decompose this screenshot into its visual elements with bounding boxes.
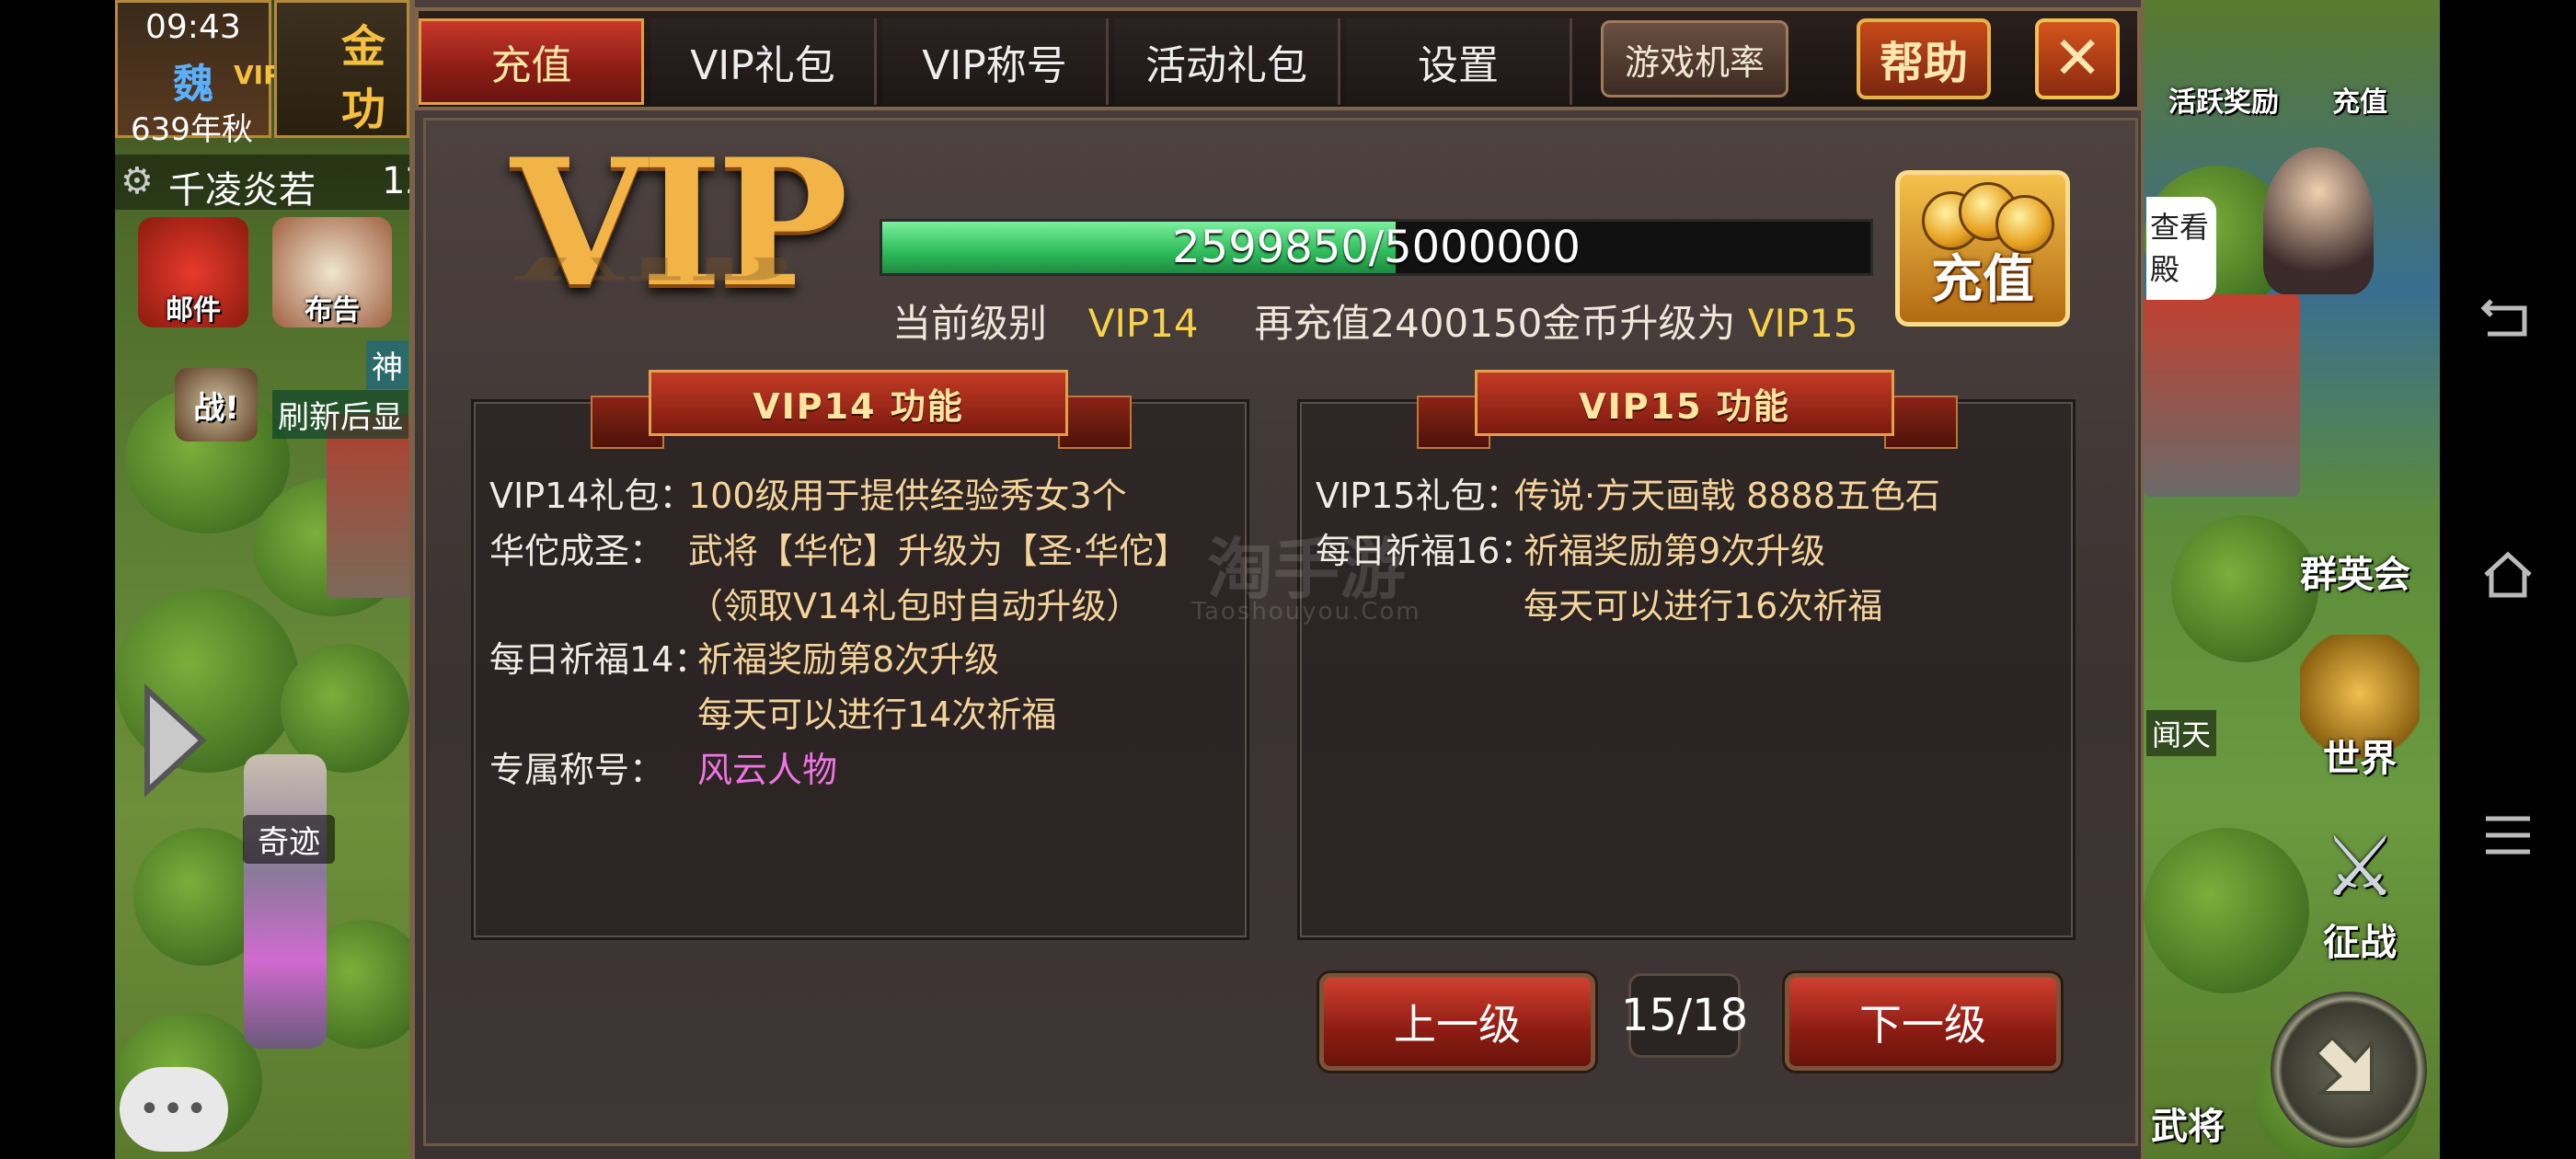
merit-label: 功 [341,84,386,135]
top-recharge-button[interactable]: 充值 [2300,28,2420,120]
notice-label: 布告 [305,294,360,327]
crossed-swords-icon: ⚔ [2322,819,2398,915]
vip15-gift-label: VIP15礼包： [1316,476,1521,516]
mail-label: 邮件 [166,294,221,327]
left-arrow-icon[interactable] [138,681,212,800]
action-arrow-button[interactable] [2271,992,2427,1148]
vip-logo-reflection: VIP [515,258,846,294]
kingdom-label: 魏 [173,61,213,108]
notice-button[interactable]: 布告 [272,217,392,327]
tab-vip-title[interactable]: VIP称号 [883,18,1109,105]
chat-bubble-icon[interactable]: ••• [120,1067,228,1152]
daily-bless14-label: 每日祈福14： [489,639,709,680]
current-level-label: 当前级别 [892,301,1048,346]
tab-recharge[interactable]: 充值 [419,18,644,105]
player-avatar-frame[interactable]: 09:43 魏 VIP 639年秋 [115,0,282,148]
mail-button[interactable]: 邮件 [138,217,248,327]
war-tag: 战! [193,389,239,427]
tab-event-gift[interactable]: 活动礼包 [1115,18,1340,105]
heroes-club-label: 群英会 [2300,554,2410,596]
vip-logo: VIP [511,120,848,326]
wonder-label: 奇迹 [243,815,335,864]
conquest-button[interactable]: ⚔ 征战 [2300,809,2420,966]
exclusive-title-label: 专属称号： [489,750,665,790]
view-speech-bubble[interactable]: 查看 殿 [2146,197,2216,300]
recharge-button[interactable]: 充值 [1895,170,2070,327]
sky-label: 闻天 [2146,710,2217,756]
general-label: 武将 [2151,1106,2225,1148]
view-label-2: 殿 [2150,252,2180,287]
upgrade-text: 再充值2400150金币升级为 [1254,301,1736,346]
year-label: 639年秋 [131,111,253,148]
palace-building[interactable] [2144,294,2300,497]
back-icon[interactable] [2471,281,2545,354]
help-button[interactable]: 帮助 [1857,18,1991,99]
watermark-sub: Taoshouyou.Com [1191,598,1421,625]
menu-icon[interactable] [2471,798,2545,872]
banner-wing-right [1058,396,1132,449]
tab-settings[interactable]: 设置 [1347,18,1572,105]
vip15-gift-value: 传说·方天画戟 8888五色石 [1514,476,1940,516]
huatuo-note: （领取V14礼包时自动升级） [688,586,1142,626]
recharge-button-label: 充值 [1931,250,2034,310]
resource-panel: 金 功 [274,0,409,138]
arrow-icon [2314,1035,2374,1095]
conquest-label: 征战 [2323,922,2397,964]
page-indicator: 15/18 [1621,973,1748,1058]
wonder-pillar[interactable] [244,754,327,1049]
player-name-bar[interactable]: ⚙ 千凌炎若 12 [115,155,429,212]
huatuo-label: 华佗成圣： [489,531,665,571]
next-level-button[interactable]: 下一级 [1785,973,2061,1071]
huatuo-value: 武将【华佗】升级为【圣·华佗】 [688,531,1190,571]
gold-label: 金 [341,21,386,73]
vip-progress-bar: 2599850/5000000 [880,219,1873,276]
system-nav-bar [2440,0,2576,1159]
general-button[interactable]: 武将 [2146,993,2229,1150]
heroes-club-button[interactable]: 群英会 [2291,451,2420,598]
next-vip-banner: VIP15 功能 [1475,370,1894,436]
activity-reward-label: 活跃奖励 [2168,86,2279,119]
daily-bless14-note: 每天可以进行14次祈福 [697,694,1057,735]
god-label[interactable]: 神 [366,340,408,389]
close-button[interactable]: ✕ [2035,18,2120,99]
level-info-line: 当前级别 VIP14 再充值2400150金币升级为 VIP15 [892,293,1904,351]
close-icon: ✕ [2053,25,2102,93]
daily-bless16-note: 每天可以进行16次祈福 [1524,586,1883,626]
world-label: 世界 [2323,738,2397,780]
activity-reward-button[interactable]: 活跃奖励 [2164,28,2283,120]
daily-bless14-value: 祈福奖励第8次升级 [697,639,1000,680]
tab-vip-gift[interactable]: VIP礼包 [651,18,877,105]
banner-wing-right [1884,396,1958,449]
next-level-value: VIP15 [1747,301,1858,346]
top-recharge-label: 充值 [2332,86,2387,119]
view-label: 查看 [2150,210,2210,245]
home-icon[interactable] [2471,538,2545,612]
current-vip-banner: VIP14 功能 [649,370,1068,436]
prev-level-button[interactable]: 上一级 [1319,973,1595,1071]
refresh-text: 刷新后显 [272,390,408,439]
castle-building [327,414,409,598]
advisor-portrait[interactable] [2263,147,2374,294]
vip14-gift-label: VIP14礼包： [489,476,695,516]
exclusive-title-value: 风云人物 [697,750,838,790]
war-icon[interactable]: 战! [175,368,258,442]
vip-progress-text: 2599850/5000000 [1172,222,1581,273]
clock: 09:43 [145,8,241,46]
player-name: 千凌炎若 [168,169,316,212]
game-rate-button[interactable]: 游戏机率 [1601,20,1788,98]
current-level-value: VIP14 [1087,301,1199,346]
gear-icon[interactable]: ⚙ [121,160,154,202]
daily-bless16-value: 祈福奖励第9次升级 [1524,531,1826,571]
vip14-gift-value: 100级用于提供经验秀女3个 [688,476,1127,516]
world-button[interactable]: 世界 [2300,635,2420,782]
